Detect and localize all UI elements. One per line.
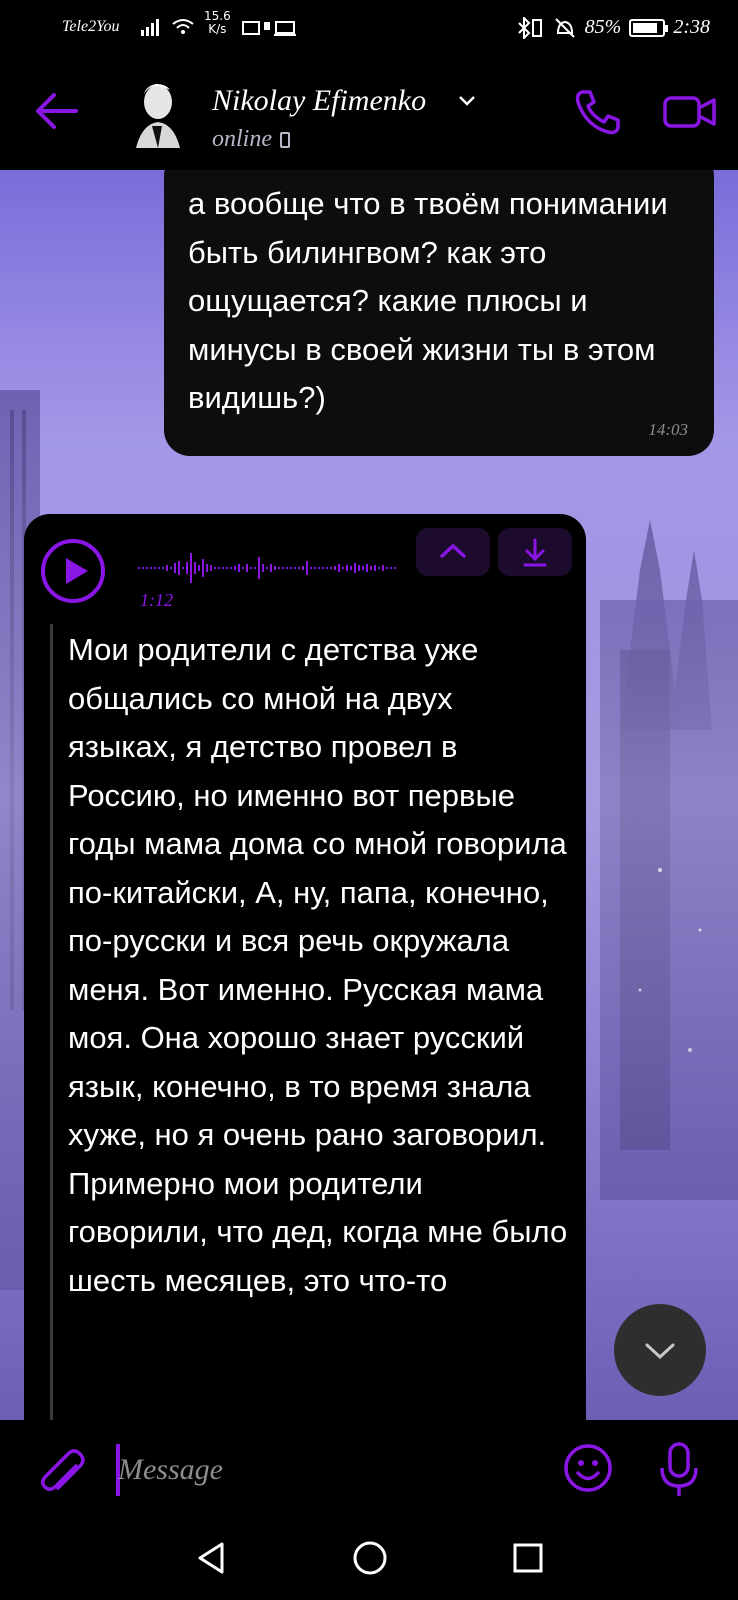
mute-bell-icon bbox=[554, 17, 575, 38]
arrow-left-icon[interactable] bbox=[32, 86, 82, 136]
status-right: 85% 2:38 bbox=[515, 16, 710, 39]
battery-percent: 85% bbox=[584, 16, 622, 38]
nav-home-icon[interactable] bbox=[350, 1538, 390, 1578]
video-camera-icon[interactable] bbox=[662, 92, 718, 132]
smiley-icon[interactable] bbox=[562, 1442, 614, 1494]
carrier-name: Tele2You bbox=[62, 18, 120, 35]
avatar[interactable] bbox=[122, 76, 188, 148]
voice-transcript: Мои родители с детства уже общались со м… bbox=[68, 632, 568, 1298]
voice-duration: 1:12 bbox=[140, 590, 173, 610]
status-bar: Tele2You 15.6 K/s 85% 2:38 bbox=[0, 0, 738, 58]
paperclip-icon[interactable] bbox=[34, 1442, 88, 1498]
contact-name[interactable]: Nikolay Efimenko bbox=[212, 84, 426, 118]
chat-header: Nikolay Efimenko online bbox=[0, 58, 738, 170]
message-composer bbox=[0, 1420, 738, 1520]
contact-status: online bbox=[212, 126, 290, 153]
voice-waveform[interactable] bbox=[138, 550, 428, 586]
nav-back-icon[interactable] bbox=[192, 1538, 232, 1578]
screen-cast-icon bbox=[242, 21, 296, 36]
download-icon bbox=[523, 538, 547, 567]
voice-message-bubble[interactable]: 1:12 Мои родители с детства уже общались… bbox=[24, 514, 586, 1420]
mobile-device-icon bbox=[280, 131, 290, 148]
clock: 2:38 bbox=[673, 16, 710, 38]
play-icon[interactable] bbox=[40, 538, 106, 604]
transcript-quote-bar bbox=[50, 624, 53, 1420]
microphone-icon[interactable] bbox=[656, 1440, 702, 1500]
download-button[interactable] bbox=[498, 528, 572, 576]
wifi-icon bbox=[172, 19, 194, 34]
outgoing-message-bubble[interactable]: а вообще что в твоём понимании быть били… bbox=[164, 170, 714, 456]
network-speed: 15.6 K/s bbox=[204, 9, 231, 36]
message-text: а вообще что в твоём понимании быть били… bbox=[188, 186, 668, 415]
chevron-down-icon bbox=[645, 1343, 675, 1360]
battery-icon bbox=[629, 18, 669, 37]
message-input[interactable] bbox=[118, 1446, 538, 1494]
message-time: 14:03 bbox=[648, 420, 688, 439]
bluetooth-icon bbox=[517, 16, 542, 39]
chevron-up-icon bbox=[440, 543, 466, 558]
scroll-down-button[interactable] bbox=[614, 1304, 706, 1396]
signal-icon bbox=[141, 19, 159, 36]
system-nav-bar bbox=[0, 1520, 738, 1600]
nav-recents-icon[interactable] bbox=[508, 1538, 548, 1578]
phone-icon[interactable] bbox=[572, 86, 624, 138]
chevron-down-icon[interactable] bbox=[458, 94, 476, 108]
collapse-transcript-button[interactable] bbox=[416, 528, 490, 576]
chat-area[interactable]: а вообще что в твоём понимании быть били… bbox=[0, 170, 738, 1420]
